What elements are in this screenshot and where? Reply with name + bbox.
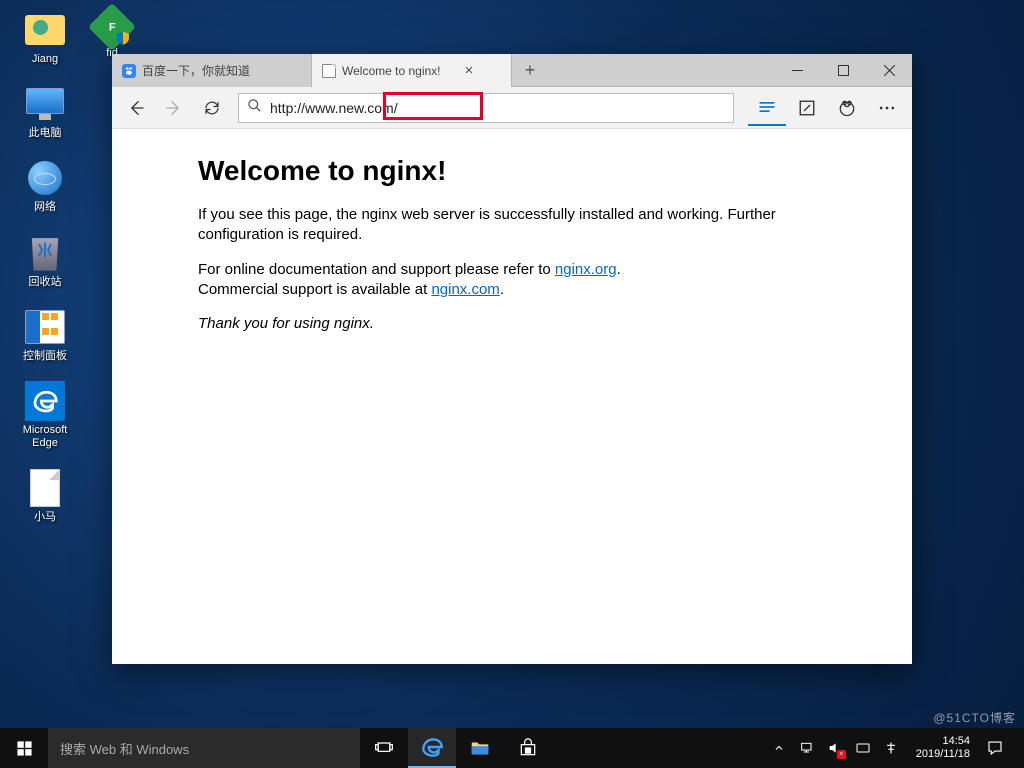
edge-browser-window: 百度一下，你就知道 Welcome to nginx! × + (112, 54, 912, 664)
icon-label: 小马 (34, 511, 56, 524)
icon-label: 此电脑 (29, 127, 62, 140)
icon-label: Microsoft Edge (10, 424, 80, 450)
close-tab-icon[interactable]: × (465, 63, 474, 78)
globe-icon (28, 161, 62, 195)
desktop-icons: Jiang 此电脑 网络 回收站 控制面板 Microsoft Edge (10, 10, 80, 525)
note-button[interactable] (788, 90, 826, 126)
page-paragraph: Thank you for using nginx. (198, 314, 826, 334)
back-button[interactable] (118, 90, 154, 126)
taskbar-edge[interactable] (408, 728, 456, 768)
page-content: Welcome to nginx! If you see this page, … (112, 129, 912, 664)
monitor-icon (26, 88, 64, 120)
recycle-bin[interactable]: 回收站 (10, 233, 80, 289)
control-panel-icon (25, 310, 65, 344)
document-icon (30, 469, 60, 507)
control-panel[interactable]: 控制面板 (10, 307, 80, 363)
new-tab-button[interactable]: + (512, 54, 548, 86)
nginx-com-link[interactable]: nginx.com (431, 281, 499, 298)
maximize-button[interactable] (820, 54, 866, 86)
forward-button[interactable] (156, 90, 192, 126)
search-placeholder: 搜索 Web 和 Windows (60, 739, 189, 758)
icon-label: 控制面板 (23, 350, 67, 363)
tray-chevron-icon[interactable] (770, 739, 788, 757)
tab-title: Welcome to nginx! (342, 64, 441, 78)
baidu-favicon-icon (122, 64, 136, 78)
fiddler-shortcut[interactable]: F fid (95, 10, 129, 59)
clock-date: 2019/11/18 (916, 748, 970, 761)
more-button[interactable] (868, 90, 906, 126)
system-tray: × 14:54 2019/11/18 (766, 728, 1024, 768)
network[interactable]: 网络 (10, 158, 80, 214)
fiddler-icon: F (95, 10, 129, 44)
tray-ime-icon[interactable] (854, 739, 872, 757)
watermark: @51CTO博客 (933, 709, 1016, 726)
start-button[interactable] (0, 728, 48, 768)
page-paragraph: If you see this page, the nginx web serv… (198, 205, 826, 246)
icon-label: 回收站 (29, 276, 62, 289)
folder-icon (25, 15, 65, 45)
tray-network-icon[interactable] (798, 739, 816, 757)
microsoft-edge[interactable]: Microsoft Edge (10, 381, 80, 450)
taskbar-store[interactable] (504, 728, 552, 768)
share-button[interactable] (828, 90, 866, 126)
tab-strip: 百度一下，你就知道 Welcome to nginx! × + (112, 54, 912, 87)
document-favicon-icon (322, 64, 336, 78)
tab-baidu[interactable]: 百度一下，你就知道 (112, 54, 312, 87)
page-paragraph: For online documentation and support ple… (198, 260, 826, 301)
taskbar-search[interactable]: 搜索 Web 和 Windows (48, 728, 360, 768)
tray-notifications-icon[interactable] (986, 739, 1004, 757)
refresh-button[interactable] (194, 90, 230, 126)
icon-label: 网络 (34, 201, 56, 214)
clock-time: 14:54 (916, 735, 970, 748)
taskbar-clock[interactable]: 14:54 2019/11/18 (910, 735, 976, 761)
tray-ime2-icon[interactable] (882, 739, 900, 757)
taskbar: 搜索 Web 和 Windows × (0, 728, 1024, 768)
this-pc[interactable]: 此电脑 (10, 84, 80, 140)
url-input[interactable] (270, 100, 725, 116)
tab-title: 百度一下，你就知道 (142, 62, 250, 79)
edge-icon (25, 381, 65, 421)
nginx-org-link[interactable]: nginx.org (555, 261, 617, 278)
address-bar-row (112, 87, 912, 129)
icon-label: Jiang (32, 53, 58, 66)
tab-nginx[interactable]: Welcome to nginx! × (312, 54, 512, 87)
task-view-button[interactable] (360, 728, 408, 768)
tray-volume-icon[interactable]: × (826, 739, 844, 757)
text-file-xiaoma[interactable]: 小马 (10, 468, 80, 524)
reading-list-button[interactable] (748, 90, 786, 126)
close-window-button[interactable] (866, 54, 912, 86)
minimize-button[interactable] (774, 54, 820, 86)
desktop: Jiang 此电脑 网络 回收站 控制面板 Microsoft Edge (0, 0, 1024, 768)
folder-jiang[interactable]: Jiang (10, 10, 80, 66)
address-bar[interactable] (238, 93, 734, 123)
page-heading: Welcome to nginx! (198, 155, 826, 187)
bin-icon (30, 235, 60, 271)
search-icon (247, 98, 262, 118)
taskbar-file-explorer[interactable] (456, 728, 504, 768)
